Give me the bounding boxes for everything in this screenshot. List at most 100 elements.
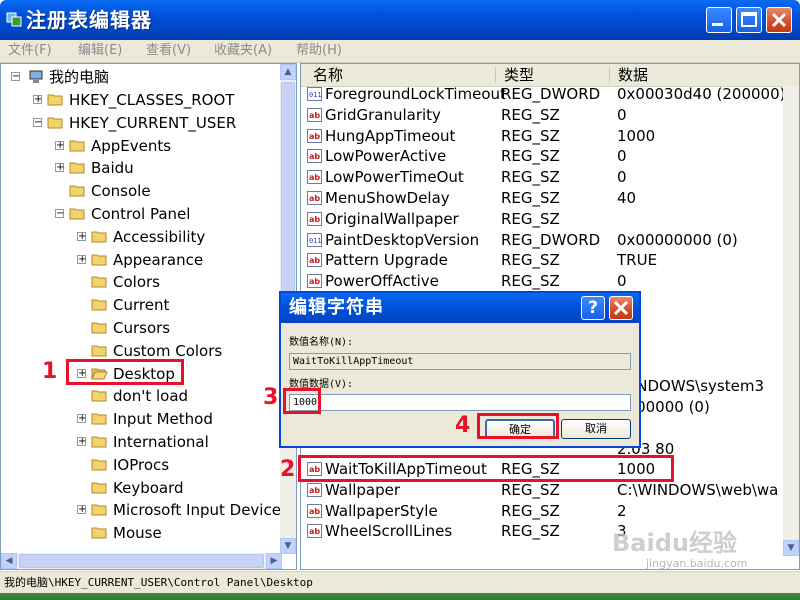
menu-help[interactable]: 帮助(H) [296, 42, 342, 60]
svg-text:ab: ab [309, 132, 320, 141]
string-value-icon: ab [307, 503, 322, 518]
list-row[interactable]: ab LowPowerActive REG_SZ 0 [301, 146, 785, 167]
scroll-right-icon[interactable]: ▶ [266, 553, 282, 569]
list-row[interactable]: ab LowPowerTimeOut REG_SZ 0 [301, 167, 785, 188]
tree-item-label: Control Panel [91, 205, 191, 223]
cell-data: 1000 [617, 126, 656, 145]
folder-icon [69, 208, 85, 220]
expand-icon[interactable]: + [55, 140, 64, 150]
cell-name: PaintDesktopVersion [325, 230, 480, 249]
regedit-icon [6, 12, 22, 27]
taskbar-edge [0, 593, 800, 600]
menu-edit[interactable]: 编辑(E) [78, 42, 122, 60]
tree-item-label: Accessibility [113, 227, 206, 246]
cell-data: TRUE [617, 251, 658, 270]
step-number-3: 3 [263, 385, 279, 410]
string-value-icon: ab [307, 128, 322, 143]
column-data[interactable]: 数据 [618, 65, 648, 85]
scroll-left-icon[interactable]: ◀ [1, 553, 17, 569]
svg-text:ab: ab [309, 215, 320, 224]
cell-name: GridGranularity [325, 105, 441, 124]
cell-type: REG_DWORD [501, 230, 601, 249]
list-row[interactable]: ab OriginalWallpaper REG_SZ [301, 209, 785, 230]
cell-name: HungAppTimeout [325, 126, 456, 145]
cancel-button[interactable]: 取消 [561, 419, 631, 439]
folder-icon [91, 527, 107, 539]
registry-tree[interactable]: − 我的电脑 + HKEY_CLASSES_ROOT − HKEY_CURRENT_U… [0, 63, 297, 570]
close-button[interactable] [766, 7, 792, 33]
tree-item-label: IOProcs [113, 455, 170, 474]
folder-icon [91, 413, 107, 425]
minimize-icon [712, 23, 723, 26]
svg-text:ab: ab [309, 173, 320, 182]
step-number-2: 2 [280, 457, 296, 482]
highlight-box-2 [298, 455, 674, 482]
cell-type: REG_SZ [501, 209, 560, 228]
cell-data: C:\WINDOWS\web\wa [617, 480, 779, 499]
list-row[interactable]: 011 ForegroundLockTimeout REG_DWORD 0x00030… [301, 84, 785, 105]
dialog-close-button[interactable] [609, 296, 633, 320]
minimize-button[interactable] [706, 7, 732, 33]
tree-horizontal-scrollbar[interactable]: ◀ ▶ [1, 553, 282, 569]
cell-name: LowPowerActive [325, 147, 447, 166]
cell-type: REG_SZ [501, 522, 560, 541]
menu-file[interactable]: 文件(F) [8, 42, 52, 60]
string-value-icon: ab [307, 482, 322, 497]
tree-hscroll-thumb[interactable] [19, 554, 264, 568]
expand-icon[interactable]: + [77, 414, 86, 424]
list-row[interactable]: ab PowerOffActive REG_SZ 0 [301, 271, 785, 292]
scroll-up-icon[interactable]: ▲ [280, 64, 296, 80]
column-type[interactable]: 类型 [504, 65, 534, 85]
menu-view[interactable]: 查看(V) [146, 42, 191, 60]
cell-data: 40 [617, 189, 637, 207]
cell-type: REG_SZ [501, 168, 560, 187]
string-value-icon: ab [307, 149, 322, 164]
list-row[interactable]: 011 PaintDesktopVersion REG_DWORD 0x0000000… [301, 230, 785, 251]
folder-icon [69, 140, 85, 152]
list-row[interactable]: ab GridGranularity REG_SZ 0 [301, 105, 785, 126]
window-title: 注册表编辑器 [26, 8, 152, 32]
tree-item-label: AppEvents [91, 136, 172, 155]
maximize-button[interactable] [736, 7, 762, 33]
status-bar: 我的电脑\HKEY_CURRENT_USER\Control Panel\Des… [0, 571, 800, 594]
cell-name: PowerOffActive [325, 272, 439, 291]
expand-icon[interactable]: + [77, 437, 86, 447]
list-row[interactable]: ab MenuShowDelay REG_SZ 40 [301, 188, 785, 209]
cell-name: WheelScrollLines [325, 522, 453, 541]
collapse-icon[interactable]: − [11, 72, 20, 82]
help-icon: ? [588, 298, 598, 318]
cell-type: REG_DWORD [501, 85, 601, 103]
tree-item-label: don't load [113, 387, 189, 406]
column-name[interactable]: 名称 [313, 65, 343, 85]
cell-type: REG_SZ [501, 126, 560, 145]
list-row[interactable]: ab WallpaperStyle REG_SZ 2 [301, 501, 785, 522]
list-row[interactable]: ab HungAppTimeout REG_SZ 1000 [301, 126, 785, 147]
expand-icon[interactable]: + [77, 505, 86, 515]
highlight-box-4 [477, 413, 559, 439]
value-data-input[interactable]: 1000 [289, 394, 631, 411]
menu-favorites[interactable]: 收藏夹(A) [214, 42, 272, 60]
scroll-down-icon[interactable]: ▼ [783, 540, 799, 556]
expand-icon[interactable]: + [55, 163, 64, 173]
cell-data: 2 [617, 501, 627, 520]
collapse-icon[interactable]: − [55, 209, 64, 219]
expand-icon[interactable]: + [33, 95, 42, 105]
list-row[interactable]: ab Pattern Upgrade REG_SZ TRUE [301, 250, 785, 271]
folder-icon [91, 322, 107, 334]
svg-text:ab: ab [309, 194, 320, 203]
string-value-icon: ab [307, 524, 322, 539]
tree-scroll-thumb[interactable] [281, 82, 295, 292]
expand-icon[interactable]: + [77, 231, 86, 241]
help-button[interactable]: ? [581, 296, 605, 320]
cell-name: MenuShowDelay [325, 189, 450, 207]
expand-icon[interactable]: + [77, 254, 86, 264]
list-vertical-scrollbar[interactable]: ▼ [783, 86, 799, 556]
menu-bar: 文件(F) 编辑(E) 查看(V) 收藏夹(A) 帮助(H) [0, 40, 800, 63]
collapse-icon[interactable]: − [33, 117, 42, 127]
tree-item-label: Appearance [113, 250, 204, 269]
list-row[interactable]: ab Wallpaper REG_SZ C:\WINDOWS\web\wa [301, 480, 785, 501]
scroll-down-icon[interactable]: ▼ [280, 538, 296, 554]
cell-data: 0 [617, 147, 627, 166]
cell-type: REG_SZ [501, 105, 560, 124]
cell-data: 0 [617, 168, 627, 187]
